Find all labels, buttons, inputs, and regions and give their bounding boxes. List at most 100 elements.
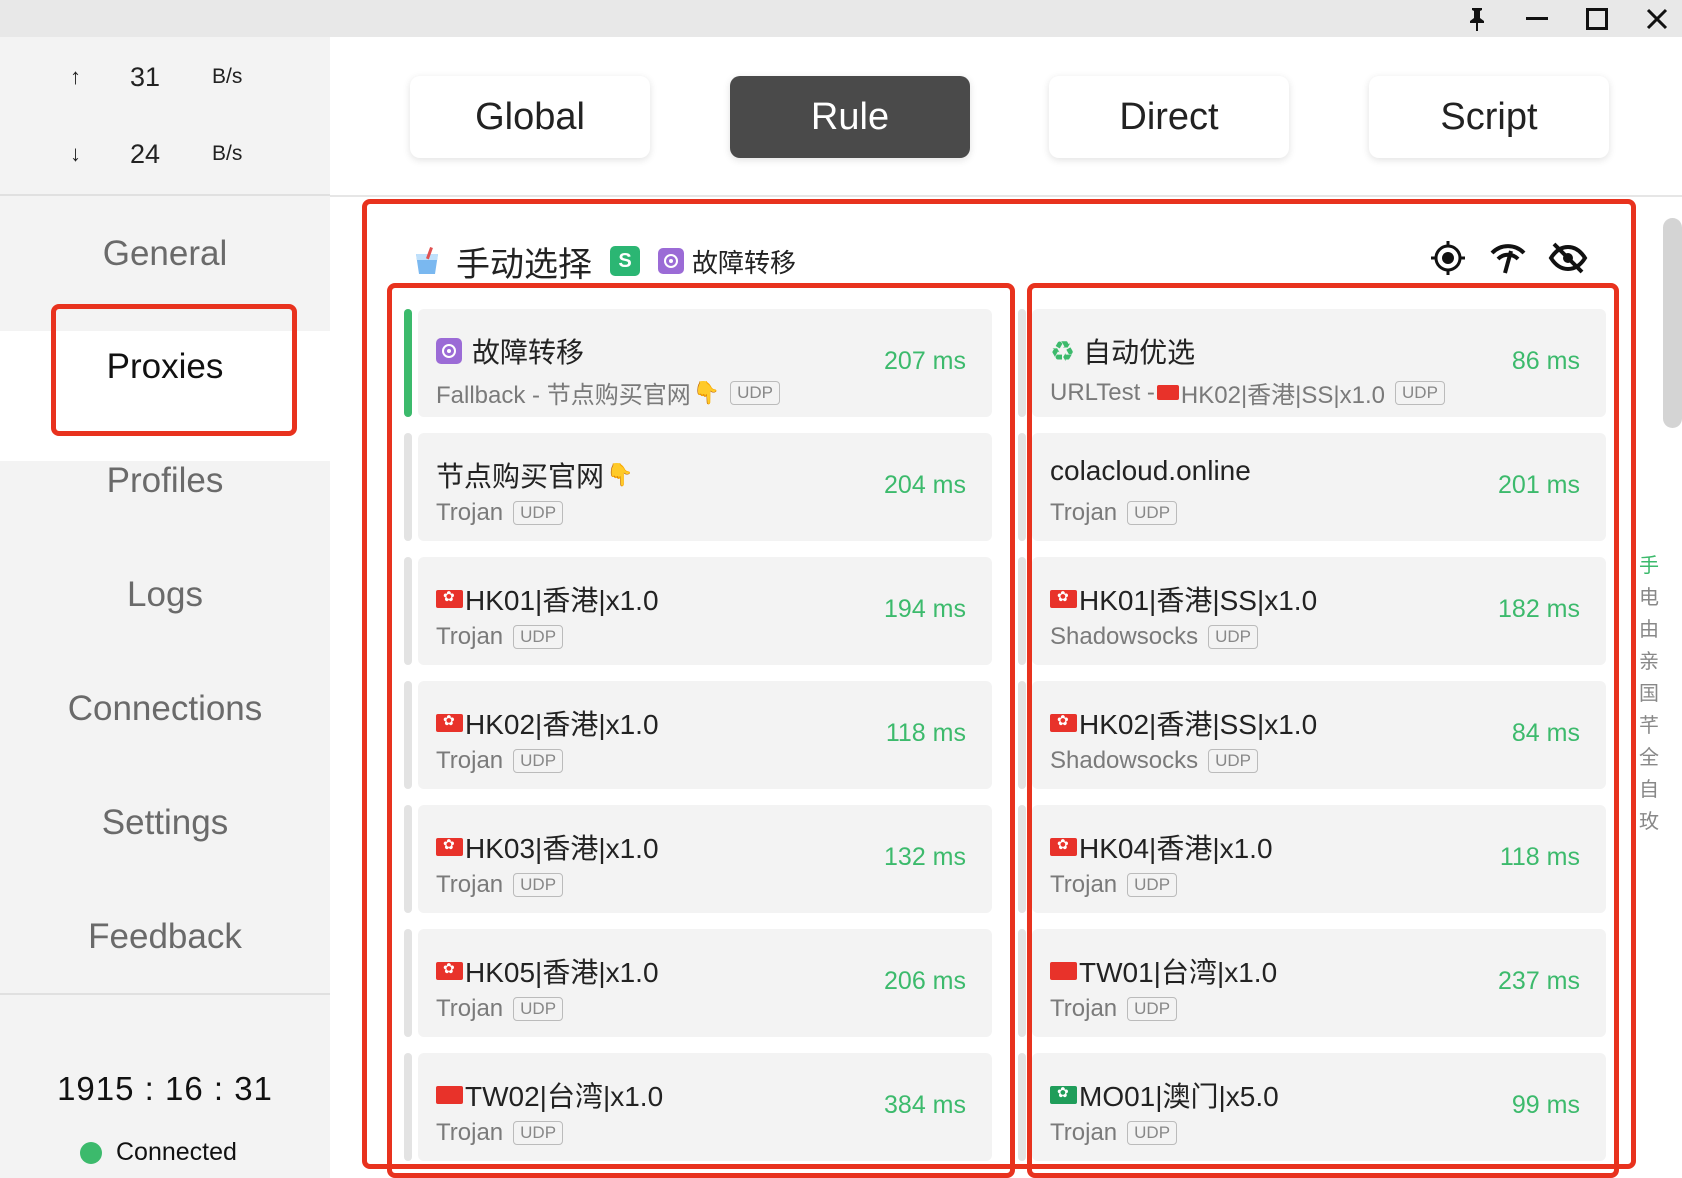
proxy-delay[interactable]: 132 ms bbox=[884, 843, 966, 872]
proxy-type: Trojan bbox=[436, 499, 504, 526]
proxy-delay[interactable]: 207 ms bbox=[884, 347, 966, 376]
side-index-item[interactable]: 亲 bbox=[1639, 646, 1659, 678]
close-icon[interactable] bbox=[1632, 0, 1682, 37]
hide-icon[interactable] bbox=[1546, 236, 1590, 280]
proxy-type: Trojan bbox=[436, 995, 504, 1022]
udp-badge: UDP bbox=[1208, 625, 1258, 649]
main-divider bbox=[330, 195, 1682, 197]
proxy-card[interactable]: HK04|香港|x1.0 Trojan UDP 118 ms bbox=[1018, 805, 1606, 913]
nav-general[interactable]: General bbox=[0, 204, 330, 304]
side-index-item[interactable]: 玫 bbox=[1639, 806, 1659, 838]
proxy-name: HK01|香港|x1.0 bbox=[465, 585, 659, 616]
hong-kong-flag-icon bbox=[1050, 588, 1077, 608]
proxy-card[interactable]: ♻ 自动优选 URLTest - HK02|香港|SS|x1.0 UDP 86 ms bbox=[1018, 309, 1606, 417]
mode-rule-button[interactable]: Rule bbox=[730, 76, 970, 158]
proxy-type: Trojan bbox=[436, 871, 504, 898]
proxy-card[interactable]: HK02|香港|SS|x1.0 Shadowsocks UDP 84 ms bbox=[1018, 681, 1606, 789]
proxy-delay[interactable]: 182 ms bbox=[1498, 595, 1580, 624]
udp-badge: UDP bbox=[1127, 997, 1178, 1021]
upload-speed: ↑ 31 B/s bbox=[0, 47, 330, 107]
proxy-name: 节点购买官网 bbox=[436, 461, 605, 492]
proxy-card[interactable]: MO01|澳门|x5.0 Trojan UDP 99 ms bbox=[1018, 1053, 1606, 1161]
title-bar bbox=[0, 0, 1682, 37]
nav-logs[interactable]: Logs bbox=[0, 545, 330, 645]
proxy-card[interactable]: TW01|台湾|x1.0 Trojan UDP 237 ms bbox=[1018, 929, 1606, 1037]
minimize-icon[interactable] bbox=[1512, 0, 1562, 37]
nav-feedback[interactable]: Feedback bbox=[0, 887, 330, 987]
hong-kong-flag-icon bbox=[1050, 712, 1077, 732]
mode-script-button[interactable]: Script bbox=[1369, 76, 1609, 158]
proxy-card[interactable]: HK03|香港|x1.0 Trojan UDP 132 ms bbox=[404, 805, 992, 913]
hong-kong-flag-icon bbox=[1050, 836, 1077, 856]
udp-badge: UDP bbox=[1208, 749, 1258, 773]
nav-connections[interactable]: Connections bbox=[0, 659, 330, 759]
side-index-item[interactable]: 手 bbox=[1639, 550, 1659, 582]
mode-global-button[interactable]: Global bbox=[410, 76, 650, 158]
locate-icon[interactable] bbox=[1426, 236, 1470, 280]
status-label: Connected bbox=[116, 1138, 237, 1166]
proxy-delay[interactable]: 118 ms bbox=[886, 719, 966, 748]
side-index-item[interactable]: 全 bbox=[1639, 742, 1659, 774]
proxy-delay[interactable]: 118 ms bbox=[1500, 843, 1580, 872]
proxy-delay[interactable]: 86 ms bbox=[1512, 347, 1580, 376]
gear-icon bbox=[436, 338, 462, 364]
hong-kong-flag-icon bbox=[436, 836, 463, 856]
udp-badge: UDP bbox=[513, 997, 564, 1021]
scrollbar-thumb[interactable] bbox=[1663, 218, 1682, 428]
proxy-delay[interactable]: 206 ms bbox=[884, 967, 966, 996]
hong-kong-flag-icon bbox=[436, 960, 463, 980]
cup-icon bbox=[416, 247, 438, 274]
maximize-icon[interactable] bbox=[1572, 0, 1622, 37]
proxy-name: TW01|台湾|x1.0 bbox=[1079, 957, 1278, 988]
upload-value: 31 bbox=[130, 61, 161, 92]
download-arrow-icon: ↓ bbox=[70, 141, 81, 166]
upload-unit: B/s bbox=[212, 65, 243, 88]
proxy-type-target: HK02|香港|SS|x1.0 bbox=[1180, 382, 1386, 409]
proxy-card[interactable]: 故障转移 Fallback - 节点购买官网 👇 UDP 207 ms bbox=[404, 309, 992, 417]
upload-arrow-icon: ↑ bbox=[70, 64, 81, 89]
download-unit: B/s bbox=[212, 142, 243, 165]
proxy-card[interactable]: colacloud.online Trojan UDP 201 ms bbox=[1018, 433, 1606, 541]
group-header[interactable]: 手动选择 S 故障转移 bbox=[412, 236, 796, 286]
proxy-delay[interactable]: 99 ms bbox=[1512, 1091, 1580, 1120]
proxy-delay[interactable]: 237 ms bbox=[1498, 967, 1580, 996]
nav-profiles[interactable]: Profiles bbox=[0, 431, 330, 531]
proxy-name: HK01|香港|SS|x1.0 bbox=[1079, 585, 1318, 616]
latency-test-icon[interactable] bbox=[1486, 236, 1530, 280]
pointing-hand-icon: 👇 bbox=[692, 379, 721, 405]
proxy-name: 故障转移 bbox=[472, 337, 585, 368]
mode-direct-button[interactable]: Direct bbox=[1049, 76, 1289, 158]
side-index-item[interactable]: 国 bbox=[1639, 678, 1659, 710]
download-value: 24 bbox=[130, 138, 161, 169]
taiwan-flag-icon bbox=[1050, 962, 1077, 980]
hong-kong-flag-icon bbox=[436, 712, 463, 732]
proxy-delay[interactable]: 194 ms bbox=[884, 595, 966, 624]
proxy-type: URLTest - bbox=[1050, 378, 1155, 406]
udp-badge: UDP bbox=[513, 501, 564, 525]
side-index[interactable]: 手 电 由 亲 国 芊 全 自 玫 bbox=[1636, 550, 1662, 838]
proxy-delay[interactable]: 84 ms bbox=[1512, 719, 1580, 748]
proxy-name: HK03|香港|x1.0 bbox=[465, 833, 659, 864]
proxy-card[interactable]: 节点购买官网 👇 Trojan UDP 204 ms bbox=[404, 433, 992, 541]
side-index-item[interactable]: 由 bbox=[1639, 614, 1659, 646]
side-index-item[interactable]: 芊 bbox=[1639, 710, 1659, 742]
proxy-card[interactable]: HK05|香港|x1.0 Trojan UDP 206 ms bbox=[404, 929, 992, 1037]
side-index-item[interactable]: 电 bbox=[1639, 582, 1659, 614]
udp-badge: UDP bbox=[1395, 380, 1445, 405]
nav-settings[interactable]: Settings bbox=[0, 773, 330, 873]
proxy-delay[interactable]: 384 ms bbox=[884, 1091, 966, 1120]
proxy-name: 自动优选 bbox=[1083, 337, 1196, 368]
proxy-card[interactable]: HK02|香港|x1.0 Trojan UDP 118 ms bbox=[404, 681, 992, 789]
side-index-item[interactable]: 自 bbox=[1639, 774, 1659, 806]
proxy-card[interactable]: HK01|香港|x1.0 Trojan UDP 194 ms bbox=[404, 557, 992, 665]
proxy-delay[interactable]: 201 ms bbox=[1498, 471, 1580, 500]
proxy-type: Shadowsocks bbox=[1050, 747, 1199, 774]
proxy-delay[interactable]: 204 ms bbox=[884, 471, 966, 500]
proxy-name: HK04|香港|x1.0 bbox=[1079, 833, 1273, 864]
gear-icon bbox=[658, 248, 684, 274]
proxy-name: MO01|澳门|x5.0 bbox=[1079, 1081, 1279, 1112]
proxy-card[interactable]: TW02|台湾|x1.0 Trojan UDP 384 ms bbox=[404, 1053, 992, 1161]
uptime-clock: 1915 : 16 : 31 bbox=[57, 1070, 273, 1107]
proxy-card[interactable]: HK01|香港|SS|x1.0 Shadowsocks UDP 182 ms bbox=[1018, 557, 1606, 665]
pin-icon[interactable] bbox=[1452, 0, 1502, 37]
